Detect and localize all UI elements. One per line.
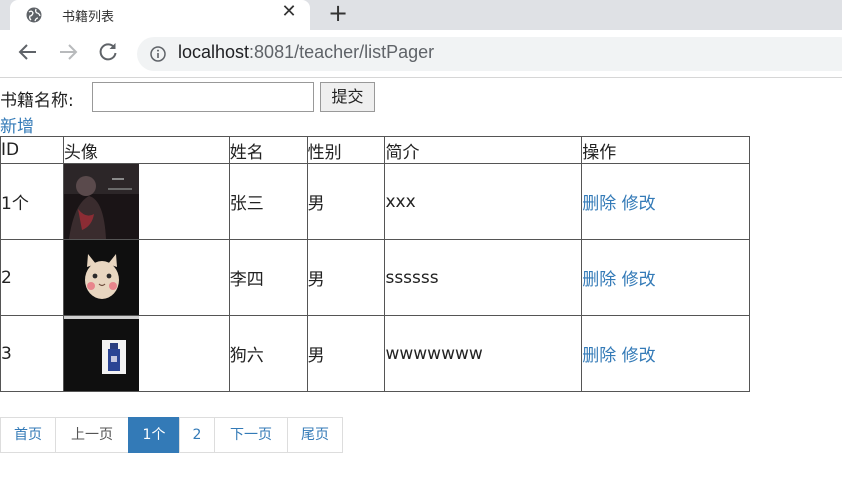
globe-icon bbox=[26, 7, 42, 23]
next-page-button[interactable]: 下一页 bbox=[214, 417, 288, 453]
row-intro: xxx bbox=[384, 163, 583, 240]
book-name-input[interactable] bbox=[92, 82, 314, 112]
table-header-row: ID 头像 姓名 性别 简介 操作 bbox=[0, 136, 750, 164]
url-text[interactable]: localhost:8081/teacher/listPager bbox=[178, 42, 434, 63]
edit-link[interactable]: 修改 bbox=[622, 270, 656, 290]
first-page-button[interactable]: 首页 bbox=[0, 417, 56, 453]
row-id: 1个 bbox=[0, 163, 64, 240]
row-gender: 男 bbox=[306, 315, 386, 392]
header-intro: 简介 bbox=[384, 136, 583, 164]
table-row: 2 李四 男 ssssss 删除 修改 bbox=[0, 239, 750, 316]
reload-icon[interactable] bbox=[96, 40, 120, 64]
dark-portrait-avatar-icon bbox=[63, 164, 139, 239]
row-avatar-cell bbox=[62, 315, 230, 392]
close-tab-icon[interactable]: ✕ bbox=[278, 1, 300, 22]
pagination: 首页 上一页 1个 2 下一页 尾页 bbox=[0, 417, 343, 453]
tab-title: 书籍列表 bbox=[62, 10, 115, 25]
bottle-avatar-icon bbox=[63, 316, 139, 391]
page-2-button[interactable]: 2 bbox=[179, 417, 215, 453]
header-avatar: 头像 bbox=[62, 136, 230, 164]
delete-link[interactable]: 删除 bbox=[582, 270, 616, 290]
back-arrow-icon[interactable] bbox=[16, 40, 40, 64]
table-row: 1个 张三 男 xxx 删除 修改 bbox=[0, 163, 750, 240]
url-host: localhost bbox=[178, 42, 250, 62]
browser-toolbar: localhost:8081/teacher/listPager bbox=[0, 30, 842, 78]
row-gender: 男 bbox=[306, 239, 386, 316]
edit-link[interactable]: 修改 bbox=[622, 194, 656, 214]
header-gender: 性别 bbox=[306, 136, 386, 164]
row-gender: 男 bbox=[306, 163, 386, 240]
page-content: 书籍名称: 提交 新增 ID 头像 姓名 性别 简介 操作 1个 张三 男 xx… bbox=[0, 78, 842, 499]
book-name-label: 书籍名称: bbox=[0, 91, 74, 111]
tab-strip: 书籍列表 ✕ + bbox=[0, 0, 842, 30]
delete-link[interactable]: 删除 bbox=[582, 194, 616, 214]
cat-avatar-icon bbox=[63, 240, 139, 315]
last-page-button[interactable]: 尾页 bbox=[287, 417, 343, 453]
browser-tab[interactable]: 书籍列表 ✕ bbox=[10, 0, 310, 30]
delete-link[interactable]: 删除 bbox=[582, 346, 616, 366]
new-tab-icon[interactable]: + bbox=[326, 0, 350, 27]
row-actions: 删除 修改 bbox=[581, 239, 750, 316]
row-id: 2 bbox=[0, 239, 64, 316]
header-actions: 操作 bbox=[581, 136, 750, 164]
row-actions: 删除 修改 bbox=[581, 163, 750, 240]
header-id: ID bbox=[0, 136, 64, 164]
row-id: 3 bbox=[0, 315, 64, 392]
page-1-button[interactable]: 1个 bbox=[128, 417, 180, 453]
prev-page-button[interactable]: 上一页 bbox=[55, 417, 129, 453]
submit-button[interactable]: 提交 bbox=[320, 82, 375, 112]
book-table: ID 头像 姓名 性别 简介 操作 1个 张三 男 xxx 删除 修改 2 李四… bbox=[0, 136, 750, 392]
edit-link[interactable]: 修改 bbox=[622, 346, 656, 366]
row-intro: ssssss bbox=[384, 239, 583, 316]
row-avatar-cell bbox=[62, 239, 230, 316]
row-intro: wwwwwww bbox=[384, 315, 583, 392]
row-avatar-cell bbox=[62, 163, 230, 240]
add-link[interactable]: 新增 bbox=[0, 112, 34, 137]
row-name: 李四 bbox=[228, 239, 308, 316]
url-path: :8081/teacher/listPager bbox=[249, 42, 435, 62]
table-row: 3 狗六 男 wwwwwww 删除 修改 bbox=[0, 315, 750, 392]
info-icon[interactable] bbox=[150, 46, 166, 62]
forward-arrow-icon[interactable] bbox=[56, 40, 80, 64]
header-name: 姓名 bbox=[228, 136, 308, 164]
address-bar[interactable]: localhost:8081/teacher/listPager bbox=[137, 37, 842, 71]
row-actions: 删除 修改 bbox=[581, 315, 750, 392]
row-name: 张三 bbox=[228, 163, 308, 240]
row-name: 狗六 bbox=[228, 315, 308, 392]
